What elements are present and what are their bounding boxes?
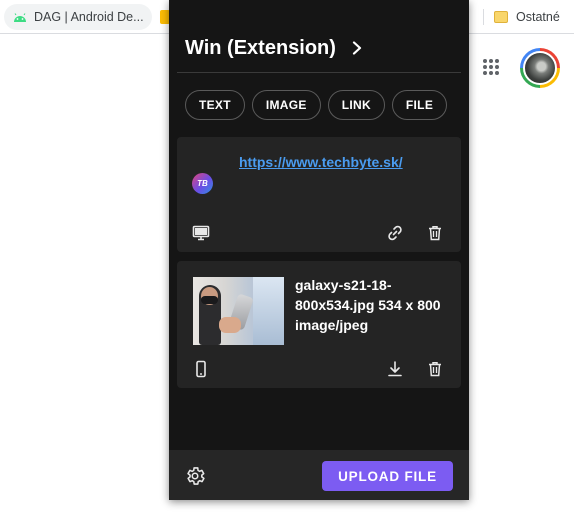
link-icon[interactable] xyxy=(386,224,404,242)
chevron-right-icon xyxy=(352,41,362,55)
header-divider xyxy=(177,72,461,73)
android-icon xyxy=(14,13,26,22)
image-thumbnail[interactable] xyxy=(193,277,284,345)
account-avatar[interactable] xyxy=(520,48,560,88)
link-card: TB https://www.techbyte.sk/ xyxy=(177,137,461,252)
link-url[interactable]: https://www.techbyte.sk/ xyxy=(239,154,403,170)
image-card: galaxy-s21-18-800x534.jpg 534 x 800 imag… xyxy=(177,261,461,388)
upload-file-button[interactable]: UPLOAD FILE xyxy=(322,461,453,491)
device-selector[interactable]: Win (Extension) xyxy=(169,26,469,70)
filter-chip-link[interactable]: LINK xyxy=(327,90,385,120)
filter-chips: TEXT IMAGE LINK FILE xyxy=(185,90,448,120)
trash-icon[interactable] xyxy=(426,360,444,378)
site-favicon: TB xyxy=(192,173,213,194)
desktop-icon xyxy=(192,224,210,242)
bookmark-folder-other[interactable]: Ostatné xyxy=(494,6,560,28)
extension-popup: Win (Extension) TEXT IMAGE LINK FILE TB … xyxy=(169,0,469,500)
filter-chip-image[interactable]: IMAGE xyxy=(251,90,321,120)
filter-chip-text[interactable]: TEXT xyxy=(185,90,245,120)
filter-chip-file[interactable]: FILE xyxy=(391,90,448,120)
folder-icon xyxy=(494,11,508,23)
apps-grid-icon[interactable] xyxy=(483,59,499,75)
bookmark-item-dag[interactable]: DAG | Android De... xyxy=(4,4,152,30)
smartphone-icon xyxy=(192,360,210,378)
bookmark-folder-label: Ostatné xyxy=(516,10,560,24)
download-icon[interactable] xyxy=(386,360,404,378)
trash-icon[interactable] xyxy=(426,224,444,242)
device-title: Win (Extension) xyxy=(185,36,336,59)
settings-icon[interactable] xyxy=(184,465,206,487)
bookmark-label: DAG | Android De... xyxy=(34,10,144,24)
file-info: galaxy-s21-18-800x534.jpg 534 x 800 imag… xyxy=(295,277,441,333)
bookmarks-separator xyxy=(483,9,484,25)
popup-footer: UPLOAD FILE xyxy=(169,450,469,500)
avatar-photo xyxy=(523,51,557,85)
